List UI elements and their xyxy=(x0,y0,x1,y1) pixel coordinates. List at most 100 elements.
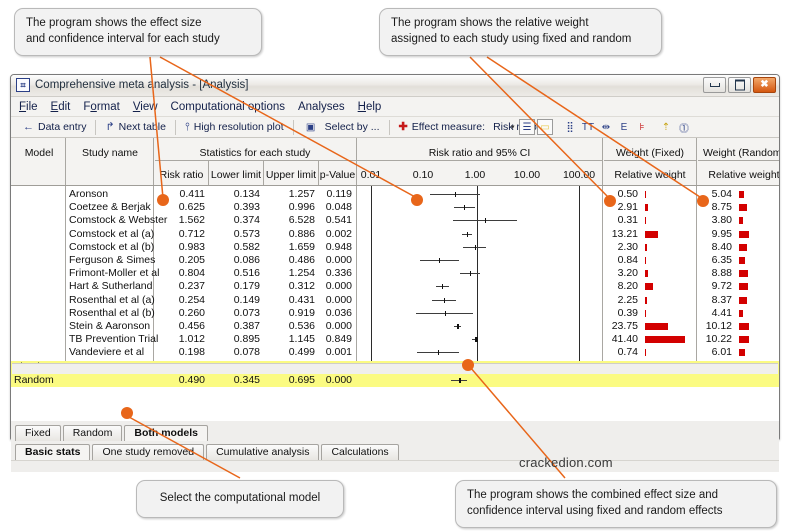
analysis-tab-row: Basic statsOne study removedCumulative a… xyxy=(15,443,775,460)
menu-file[interactable]: File xyxy=(19,101,38,113)
cell-p-value: 0.001 xyxy=(326,346,352,359)
callout-relative-weight-line1: The program shows the relative weight xyxy=(391,16,650,32)
weight-fixed-bar xyxy=(645,270,648,277)
menu-analyses[interactable]: Analyses xyxy=(298,101,345,113)
show-rows-icon[interactable]: ☰ xyxy=(519,119,535,135)
weight-fixed-bar xyxy=(645,323,668,330)
column-width-icon[interactable]: ⇹ xyxy=(598,119,614,135)
table-row[interactable]: Vandeviere et al0.1980.0780.4990.0010.74… xyxy=(11,346,779,359)
close-button[interactable]: ✖ xyxy=(753,77,776,93)
table-row[interactable]: Hart & Sutherland0.2370.1790.3120.0008.2… xyxy=(11,280,779,293)
table-row[interactable]: TB Prevention Trial1.0120.8951.1450.8494… xyxy=(11,333,779,346)
cell-weight-random: 6.35 xyxy=(712,254,732,267)
high-resolution-plot-label: High resolution plot xyxy=(194,121,284,133)
cell-study-name: Hart & Sutherland xyxy=(69,280,152,293)
menu-edit[interactable]: Edit xyxy=(51,101,71,113)
cell-weight-fixed: 13.21 xyxy=(612,228,638,241)
title-bar[interactable]: ⌗ Comprehensive meta analysis - [Analysi… xyxy=(11,75,779,97)
effect-align-icon[interactable]: E xyxy=(616,119,632,135)
info-person-icon[interactable]: ⇡ xyxy=(658,119,674,135)
forest-point-marker xyxy=(475,337,478,342)
text-size-icon[interactable]: TT xyxy=(580,119,596,135)
forest-point-marker xyxy=(438,350,439,355)
table-row[interactable]: Ferguson & Simes0.2050.0860.4860.0000.84… xyxy=(11,254,779,267)
cell-p-value: 0.000 xyxy=(326,374,352,387)
scale-icon[interactable]: ⊧ xyxy=(634,119,650,135)
cell-weight-random: 10.22 xyxy=(706,333,732,346)
watermark: crackedion.com xyxy=(519,455,613,470)
cell-lower-limit: 0.393 xyxy=(234,201,260,214)
tab-basic-stats[interactable]: Basic stats xyxy=(15,444,90,460)
menu-computational-options[interactable]: Computational options xyxy=(171,101,285,113)
table-row[interactable]: Comstock et al (a)0.7120.5730.8860.00213… xyxy=(11,228,779,241)
help-info-icon[interactable]: ⓵ xyxy=(676,119,692,135)
toolbar-high-resolution-plot[interactable]: ⫯ High resolution plot xyxy=(178,118,291,136)
forest-point-marker xyxy=(455,192,456,197)
toolbar-icon-group: ☰ ▭ ⣿ TT ⇹ E ⊧ ⇡ ⓵ xyxy=(519,119,694,135)
tab-fixed[interactable]: Fixed xyxy=(15,425,61,441)
table-row[interactable]: Comstock et al (b)0.9830.5821.6590.9482.… xyxy=(11,241,779,254)
table-row[interactable]: Frimont-Moller et al0.8040.5161.2540.336… xyxy=(11,267,779,280)
subheader-relative-weight-fixed: Relative weight xyxy=(604,169,696,181)
cell-model: Random xyxy=(14,374,54,387)
results-grid: Model Study name Statistics for each stu… xyxy=(11,138,779,421)
cell-weight-fixed: 2.91 xyxy=(618,201,638,214)
minimize-button[interactable] xyxy=(703,77,726,93)
toolbar-select-by[interactable]: ▣ Select by ... xyxy=(296,118,387,136)
cell-upper-limit: 1.145 xyxy=(289,333,315,346)
tab-random[interactable]: Random xyxy=(63,425,123,441)
subheader-upper-limit: Upper limit xyxy=(264,169,318,181)
cell-lower-limit: 0.078 xyxy=(234,346,260,359)
page-color-icon[interactable]: ▭ xyxy=(537,119,553,135)
menu-format[interactable]: Format xyxy=(83,101,119,113)
cell-weight-random: 9.72 xyxy=(712,280,732,293)
table-row[interactable]: Aronson0.4110.1341.2570.1190.505.04 xyxy=(11,188,779,201)
weight-random-bar xyxy=(739,336,749,343)
cell-weight-fixed: 3.20 xyxy=(618,267,638,280)
table-row[interactable]: Rosenthal et al (b)0.2600.0730.9190.0360… xyxy=(11,307,779,320)
sort-list-icon[interactable]: ⣿ xyxy=(562,119,578,135)
toolbar-data-entry[interactable]: ← Data entry xyxy=(16,118,93,136)
forest-point-marker xyxy=(485,218,486,223)
forest-point-marker xyxy=(464,205,465,210)
menu-help[interactable]: Help xyxy=(358,101,382,113)
menu-view[interactable]: View xyxy=(133,101,158,113)
cell-upper-limit: 0.919 xyxy=(289,307,315,320)
tab-one-study-removed[interactable]: One study removed xyxy=(92,444,204,460)
tab-calculations[interactable]: Calculations xyxy=(321,444,398,460)
table-row[interactable]: Rosenthal et al (a)0.2540.1490.4310.0002… xyxy=(11,294,779,307)
cell-p-value: 0.036 xyxy=(326,307,352,320)
callout-combined-effect-line1: The program shows the combined effect si… xyxy=(467,488,765,504)
select-by-label: Select by ... xyxy=(325,121,380,133)
cell-upper-limit: 0.536 xyxy=(289,320,315,333)
cell-weight-random: 8.88 xyxy=(712,267,732,280)
effect-measure-dropdown-arrow[interactable]: ▾ xyxy=(508,120,515,132)
cell-weight-random: 9.95 xyxy=(712,228,732,241)
toolbar-separator xyxy=(389,120,390,135)
cell-p-value: 0.541 xyxy=(326,214,352,227)
weight-fixed-bar xyxy=(645,244,647,251)
maximize-button[interactable] xyxy=(728,77,751,93)
forest-point-marker xyxy=(445,311,446,316)
table-row[interactable]: Stein & Aaronson0.4560.3870.5360.00023.7… xyxy=(11,320,779,333)
toolbar-separator xyxy=(95,120,96,135)
cell-risk-ratio: 1.012 xyxy=(179,333,205,346)
horizontal-scrollbar[interactable] xyxy=(12,363,778,374)
tab-both-models[interactable]: Both models xyxy=(124,425,208,441)
cell-upper-limit: 0.312 xyxy=(289,280,315,293)
cell-upper-limit: 0.486 xyxy=(289,254,315,267)
cell-weight-fixed: 41.40 xyxy=(612,333,638,346)
weight-fixed-bar xyxy=(645,257,646,264)
weight-random-bar xyxy=(739,191,744,198)
forest-point-marker xyxy=(467,232,468,237)
plus-icon: ✚ xyxy=(399,122,408,133)
cell-p-value: 0.000 xyxy=(326,280,352,293)
toolbar-next-table[interactable]: ↱ Next table xyxy=(98,118,173,136)
weight-random-bar xyxy=(739,349,745,356)
table-row[interactable]: Comstock & Webster1.5620.3746.5280.5410.… xyxy=(11,214,779,227)
table-row[interactable]: Coetzee & Berjak0.6250.3930.9960.0482.91… xyxy=(11,201,779,214)
header-model: Model xyxy=(13,147,65,159)
summary-row[interactable]: Random0.4900.3450.6950.000 xyxy=(11,374,779,387)
cell-p-value: 0.119 xyxy=(327,188,353,201)
tab-cumulative-analysis[interactable]: Cumulative analysis xyxy=(206,444,319,460)
